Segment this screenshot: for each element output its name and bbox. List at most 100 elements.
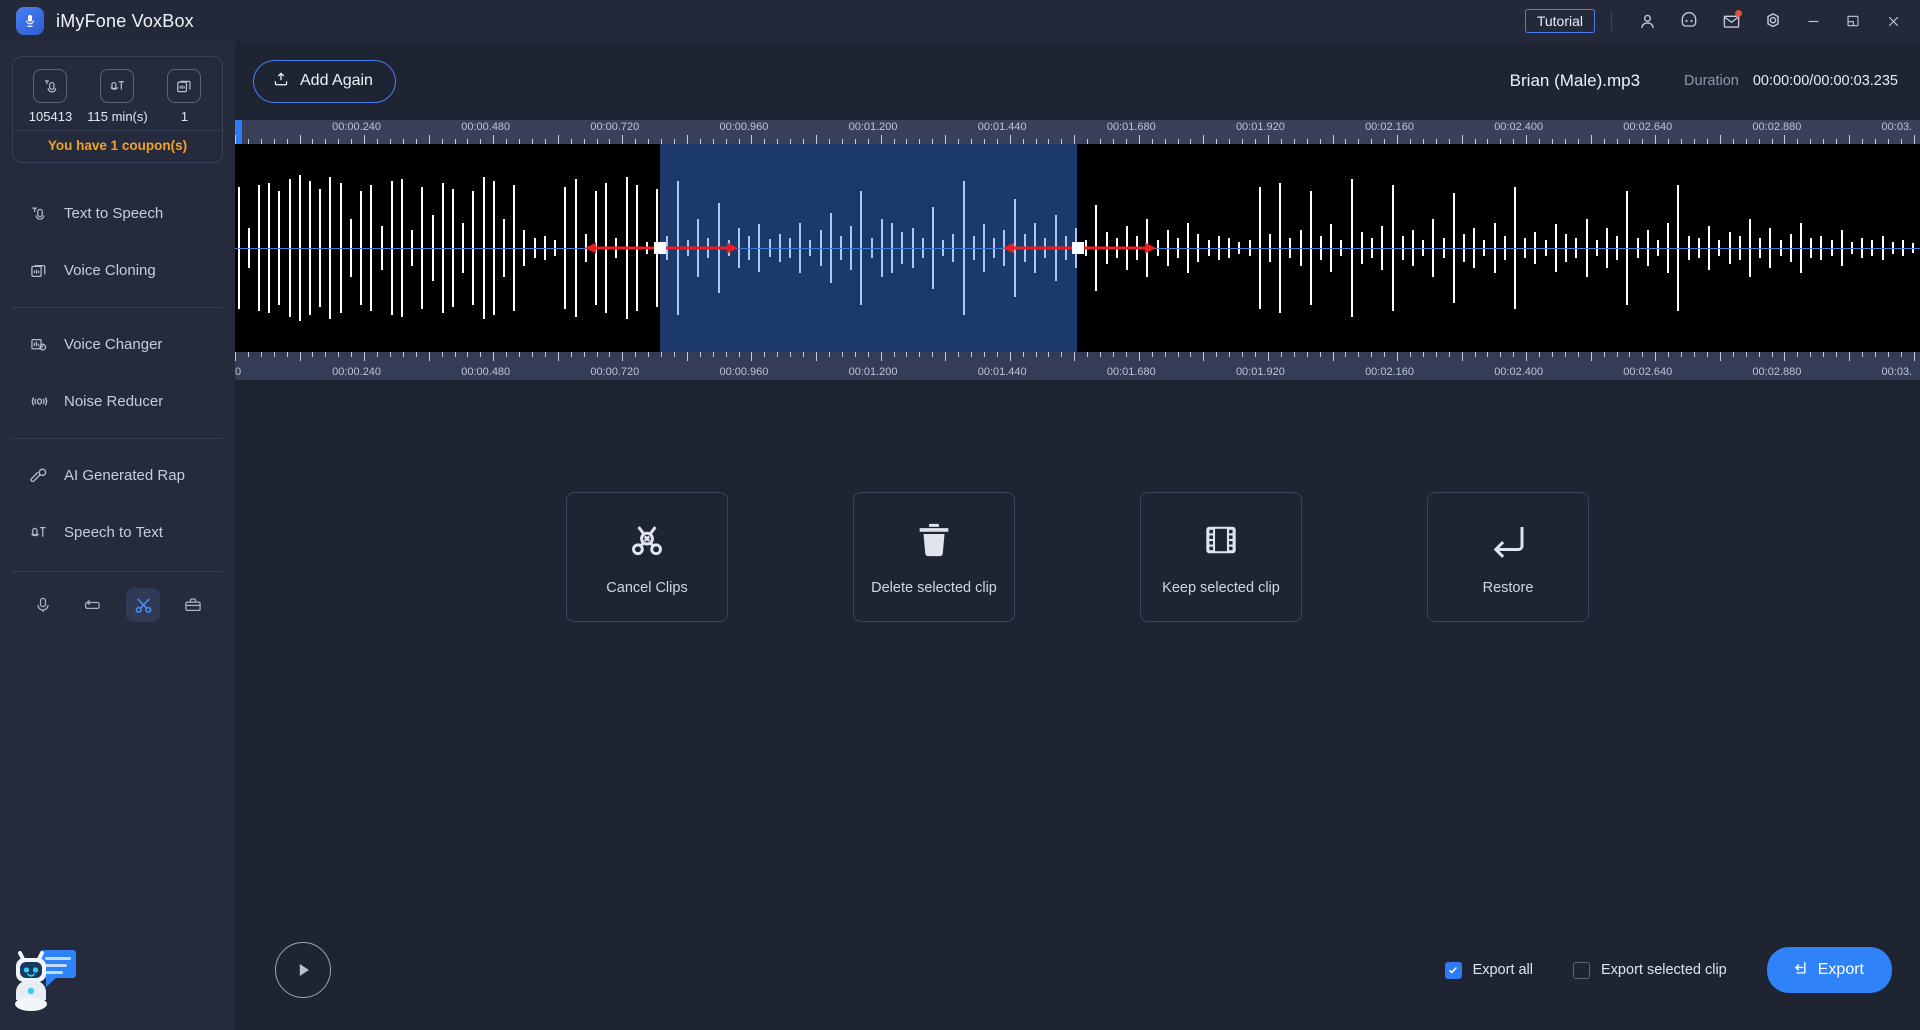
ruler-tick [1216, 352, 1218, 357]
text-to-speech-credit-icon [33, 69, 68, 103]
ruler-label: 00:01.440 [977, 366, 1027, 378]
sidebar-item-noise-reducer[interactable]: Noise Reducer [0, 373, 235, 430]
settings-gear-icon[interactable] [1760, 8, 1786, 34]
ruler-tick [751, 352, 753, 361]
sidebar-item-label: Speech to Text [64, 524, 163, 541]
ruler-label: 00:00.720 [590, 121, 640, 133]
ruler-tick [1397, 135, 1399, 144]
ruler-tick [480, 352, 482, 357]
credit-item[interactable]: 115 min(s) [84, 69, 150, 124]
sidebar-item-voice-cloning[interactable]: Voice Cloning [0, 242, 235, 299]
ruler-tick [945, 352, 947, 361]
selection-handle-grip[interactable] [1071, 242, 1084, 254]
export-selected-clip-checkbox[interactable]: Export selected clip [1573, 961, 1727, 979]
sidebar-item-label: AI Generated Rap [64, 467, 185, 484]
timeline-ruler-bottom[interactable]: 0 00:00.240 00:00.480 00:00.720 00:00.960 00:… [235, 352, 1920, 380]
ruler-tick [1848, 135, 1850, 144]
sidebar-item-text-to-speech[interactable]: Text to Speech [0, 185, 235, 242]
timeline-ruler-top[interactable]: 00:00.240 00:00.480 00:00.720 00:00.960 00:0… [235, 120, 1920, 144]
export-all-checkbox[interactable]: Export all [1444, 961, 1534, 979]
ruler-tick [402, 352, 404, 357]
toolbox-tool-icon[interactable] [176, 588, 210, 622]
play-button[interactable] [275, 942, 331, 998]
playhead-marker[interactable] [235, 120, 242, 144]
ruler-tick [1267, 352, 1269, 361]
ruler-tick [596, 352, 598, 357]
chatbot-assistant-icon[interactable] [8, 944, 88, 1020]
mail-icon[interactable] [1718, 8, 1744, 34]
ruler-tick [1332, 352, 1334, 361]
ruler-tick [1035, 352, 1037, 357]
ruler-tick [828, 352, 830, 357]
ruler-tick [1009, 352, 1011, 361]
account-icon[interactable] [1634, 8, 1660, 34]
ruler-label: 00:02.640 [1623, 121, 1673, 133]
converter-tool-icon[interactable] [76, 588, 110, 622]
ruler-tick [1526, 135, 1528, 144]
ruler-label: 00:00.480 [461, 366, 511, 378]
checkbox-unchecked-icon [1573, 961, 1591, 979]
selection-handle-grip[interactable] [653, 242, 666, 254]
ruler-tick [725, 352, 727, 357]
ruler-tick [1061, 352, 1063, 357]
sidebar-item-label: Voice Cloning [64, 262, 156, 279]
ruler-tick [880, 352, 882, 361]
ruler-label: 00:01.200 [848, 121, 898, 133]
export-all-label: Export all [1472, 962, 1534, 978]
ruler-tick [1681, 352, 1683, 357]
ruler-label: 00:01.200 [848, 366, 898, 378]
ruler-tick [699, 352, 701, 357]
coupon-text[interactable]: You have 1 coupon(s) [13, 130, 222, 162]
ruler-tick [441, 352, 443, 357]
close-button[interactable] [1880, 8, 1906, 34]
ruler-tick [1177, 352, 1179, 357]
sidebar-item-label: Noise Reducer [64, 393, 164, 410]
application-window: iMyFone VoxBox Tutorial 105413 115 min(s… [0, 0, 1920, 1030]
ruler-label: 00:01.920 [1235, 366, 1285, 378]
cancel-clips-button[interactable]: Cancel Clips [566, 492, 728, 622]
ruler-tick [1345, 352, 1347, 357]
maximize-button[interactable] [1840, 8, 1866, 34]
discord-icon[interactable] [1676, 8, 1702, 34]
ruler-tick [932, 352, 934, 357]
ruler-tick [1797, 352, 1799, 357]
recorder-tool-icon[interactable] [26, 588, 60, 622]
keep-selected-clip-button[interactable]: Keep selected clip [1140, 492, 1302, 622]
tutorial-button[interactable]: Tutorial [1524, 9, 1595, 33]
sidebar-item-voice-changer[interactable]: Voice Changer [0, 316, 235, 373]
action-label: Keep selected clip [1162, 580, 1280, 596]
main-panel: Add Again Brian (Male).mp3 Duration 00:0… [235, 42, 1920, 1030]
ruler-tick [996, 352, 998, 357]
ruler-tick [493, 135, 495, 144]
export-button[interactable]: Export [1766, 947, 1892, 993]
ruler-tick [777, 352, 779, 357]
app-brand: iMyFone VoxBox [16, 7, 194, 35]
waveform-canvas[interactable] [235, 144, 1920, 352]
ruler-tick [1229, 352, 1231, 357]
editor-toolbar: Add Again Brian (Male).mp3 Duration 00:0… [235, 42, 1920, 120]
restore-button[interactable]: Restore [1427, 492, 1589, 622]
ruler-tick [506, 352, 508, 357]
minimize-button[interactable] [1800, 8, 1826, 34]
cutter-tool-icon[interactable] [126, 588, 160, 622]
ruler-tick [1500, 352, 1502, 357]
ruler-tick [622, 352, 624, 361]
ruler-tick [880, 135, 882, 144]
ruler-tick [712, 352, 714, 357]
ruler-label: 00:01.680 [1106, 121, 1156, 133]
sidebar-item-ai-generated-rap[interactable]: AI Generated Rap [0, 447, 235, 504]
ruler-tick [1590, 135, 1592, 144]
ruler-tick [1616, 352, 1618, 357]
ruler-tick [1435, 352, 1437, 357]
credit-item[interactable]: 105413 [17, 69, 83, 124]
ruler-tick [1474, 352, 1476, 357]
ruler-tick [1461, 352, 1463, 361]
add-again-button[interactable]: Add Again [253, 59, 396, 103]
ruler-tick [674, 352, 675, 357]
ruler-tick [1164, 352, 1166, 357]
delete-selected-clip-button[interactable]: Delete selected clip [853, 492, 1015, 622]
sidebar-item-speech-to-text[interactable]: Speech to Text [0, 504, 235, 561]
waveform-editor[interactable]: 00:00.240 00:00.480 00:00.720 00:00.960 00:0… [235, 120, 1920, 380]
credit-item[interactable]: 1 [151, 69, 217, 124]
ruler-label: 00:02.400 [1494, 121, 1544, 133]
